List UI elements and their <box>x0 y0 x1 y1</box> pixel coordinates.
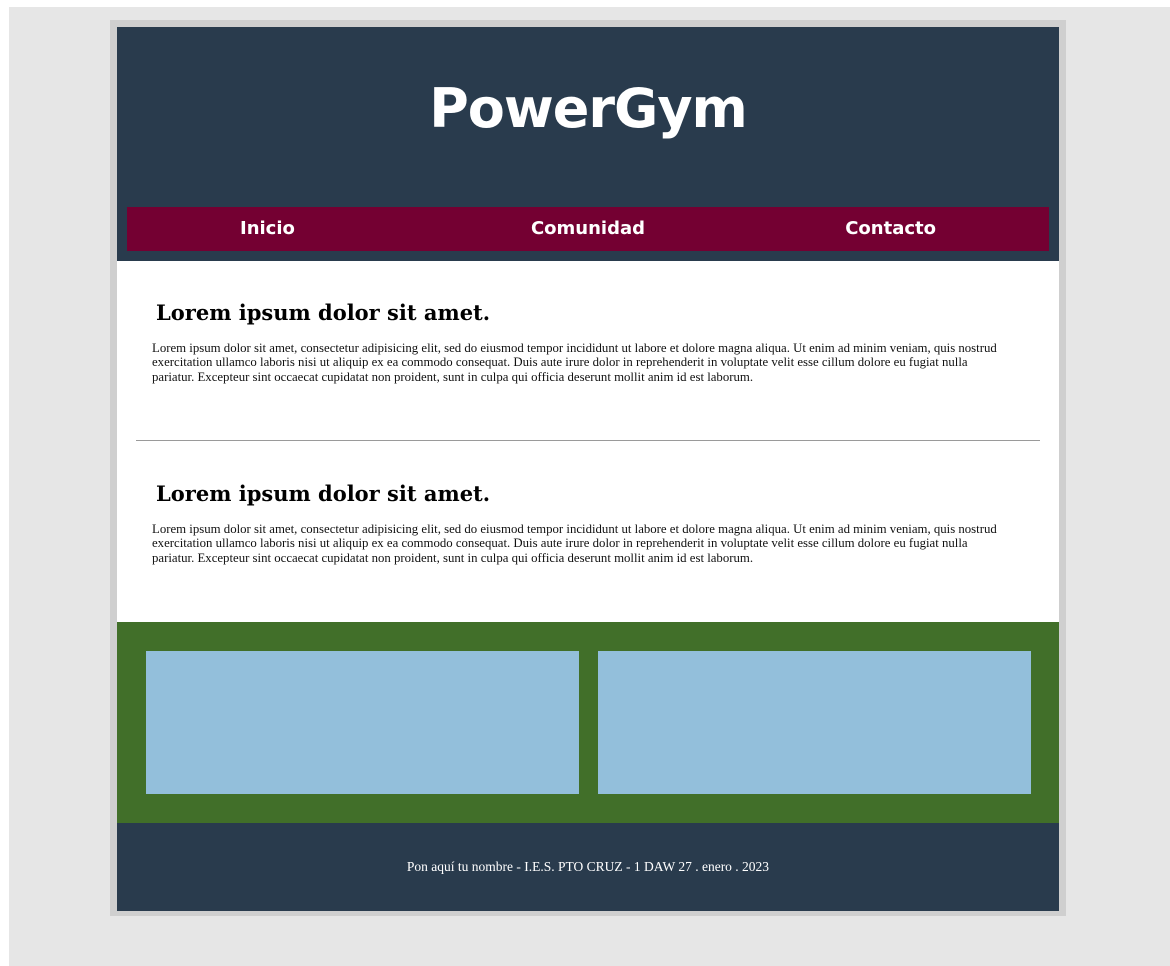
nav-item-contacto[interactable]: Contacto <box>704 207 1049 251</box>
section-divider <box>136 440 1040 441</box>
article-1: Lorem ipsum dolor sit amet. Lorem ipsum … <box>152 300 1012 384</box>
article-2: Lorem ipsum dolor sit amet. Lorem ipsum … <box>152 481 1012 565</box>
browser-viewport: PowerGym Inicio Comunidad Contacto Lorem… <box>9 7 1170 966</box>
site-logo: PowerGym <box>429 77 748 140</box>
article-body: Lorem ipsum dolor sit amet, consectetur … <box>152 522 997 565</box>
article-title: Lorem ipsum dolor sit amet. <box>156 300 491 325</box>
article-title: Lorem ipsum dolor sit amet. <box>156 481 491 506</box>
article-body: Lorem ipsum dolor sit amet, consectetur … <box>152 341 997 384</box>
site-header: PowerGym Inicio Comunidad Contacto <box>117 27 1059 261</box>
gallery-box-left <box>146 651 579 794</box>
nav-item-inicio[interactable]: Inicio <box>127 207 472 251</box>
page-container: PowerGym Inicio Comunidad Contacto Lorem… <box>117 27 1059 911</box>
page-frame: PowerGym Inicio Comunidad Contacto Lorem… <box>110 20 1066 916</box>
main-nav: Inicio Comunidad Contacto <box>127 207 1049 251</box>
gallery-box-right <box>598 651 1031 794</box>
gallery-section <box>117 622 1059 823</box>
main-content: Lorem ipsum dolor sit amet. Lorem ipsum … <box>117 261 1059 622</box>
site-footer: Pon aquí tu nombre - I.E.S. PTO CRUZ - 1… <box>117 823 1059 911</box>
nav-item-comunidad[interactable]: Comunidad <box>472 207 704 251</box>
